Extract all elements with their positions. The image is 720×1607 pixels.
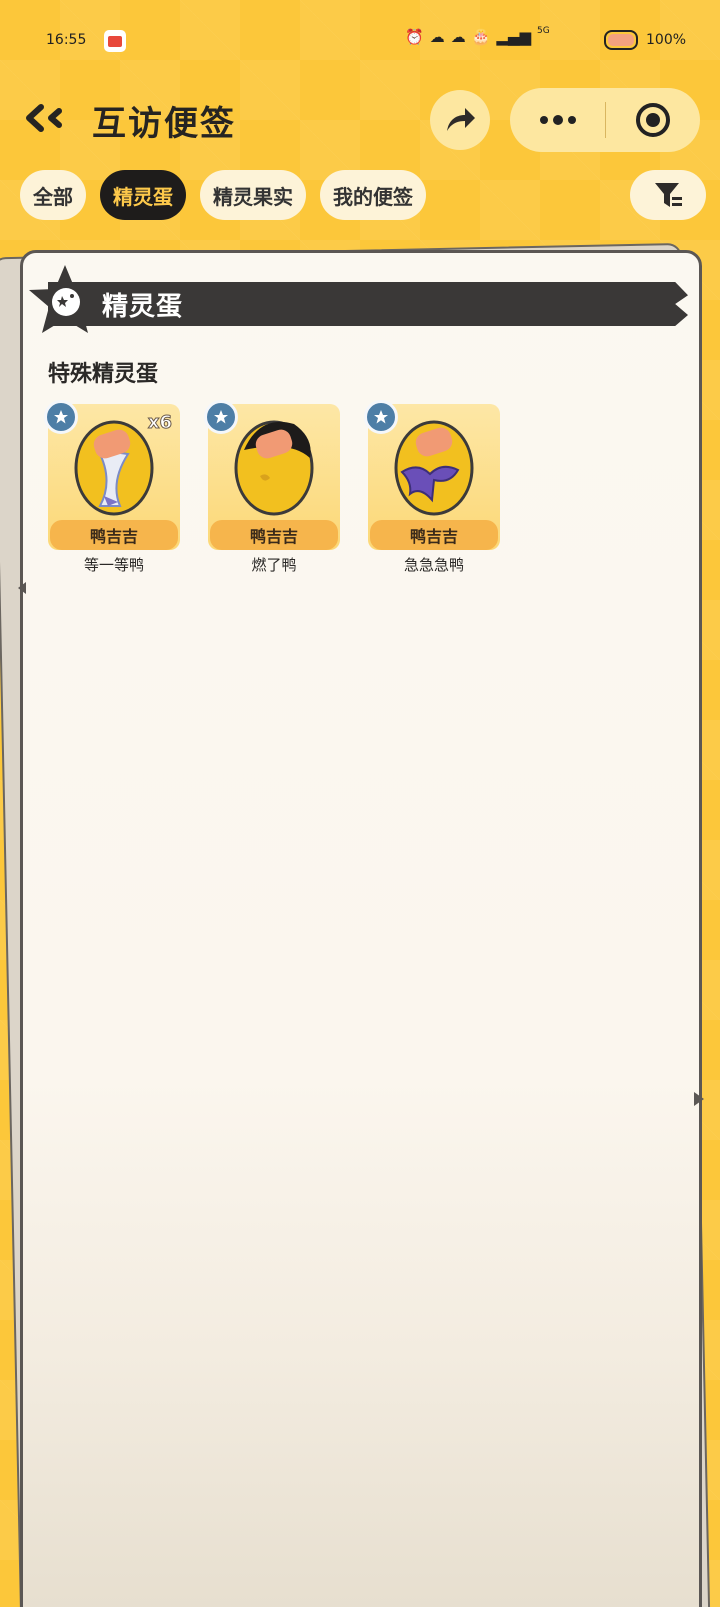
header: 互访便签	[0, 82, 720, 160]
battery-icon	[604, 30, 638, 50]
more-dots-icon	[539, 115, 576, 125]
star-icon	[54, 410, 68, 424]
battery-level: 100%	[646, 32, 687, 48]
filter-button[interactable]	[630, 170, 706, 220]
banner-title: 精灵蛋	[102, 292, 184, 322]
double-chevron-left-icon	[26, 104, 62, 132]
egg-black-hair-icon	[234, 420, 314, 516]
signal-icon: ▂▄▆	[496, 28, 531, 46]
star-badge	[204, 400, 238, 434]
tab-my-notes[interactable]: 我的便签	[320, 170, 426, 220]
egg-card[interactable]: x6 鸭吉吉 等一等鸭	[44, 400, 180, 584]
tab-spirit-egg[interactable]: 精灵蛋	[100, 170, 186, 220]
miniprogram-capsule	[510, 88, 700, 152]
egg-card[interactable]: 鸭吉吉 急急急鸭	[364, 400, 500, 584]
status-time: 16:55	[46, 32, 87, 48]
status-bar: 16:55 ⏰ ☁ ☁ 🎂 ▂▄▆ 5G 100%	[0, 0, 720, 82]
app-notification-icon	[104, 30, 126, 52]
star-icon	[214, 410, 228, 424]
star-badge	[364, 400, 398, 434]
egg-name: 鸭吉吉	[210, 520, 338, 550]
cake-icon: 🎂	[471, 28, 491, 46]
egg-caption: 急急急鸭	[403, 556, 464, 574]
star-icon	[374, 410, 388, 424]
more-button[interactable]	[510, 88, 605, 152]
egg-name: 鸭吉吉	[370, 520, 498, 550]
back-button[interactable]	[20, 96, 70, 140]
share-button[interactable]	[430, 90, 490, 150]
star-badge	[44, 400, 78, 434]
egg-caption: 燃了鸭	[251, 556, 297, 574]
section-subtitle: 特殊精灵蛋	[48, 362, 159, 387]
egg-count: x6	[147, 412, 172, 434]
status-icons: ⏰ ☁ ☁ 🎂 ▂▄▆ 5G	[405, 26, 550, 46]
star-badge-icon	[29, 265, 101, 333]
filter-funnel-icon	[655, 183, 682, 207]
egg-purple-bow-icon	[394, 420, 474, 516]
egg-hourglass-icon	[74, 420, 154, 516]
egg-card[interactable]: 鸭吉吉 燃了鸭	[204, 400, 340, 584]
notification-icon: ☁	[429, 28, 445, 46]
share-arrow-icon	[447, 108, 475, 131]
egg-caption: 等一等鸭	[83, 556, 144, 574]
notification-icon: ☁	[450, 28, 466, 46]
close-miniprogram-button[interactable]	[606, 88, 700, 152]
target-circle-icon	[636, 103, 670, 137]
egg-name: 鸭吉吉	[50, 520, 178, 550]
tab-all[interactable]: 全部	[20, 170, 86, 220]
page-title: 互访便签	[92, 104, 236, 144]
tab-spirit-fruit[interactable]: 精灵果实	[200, 170, 306, 220]
category-tabs: 全部 精灵蛋 精灵果实 我的便签	[20, 170, 426, 220]
network-label: 5G	[536, 26, 550, 36]
alarm-icon: ⏰	[405, 28, 424, 46]
